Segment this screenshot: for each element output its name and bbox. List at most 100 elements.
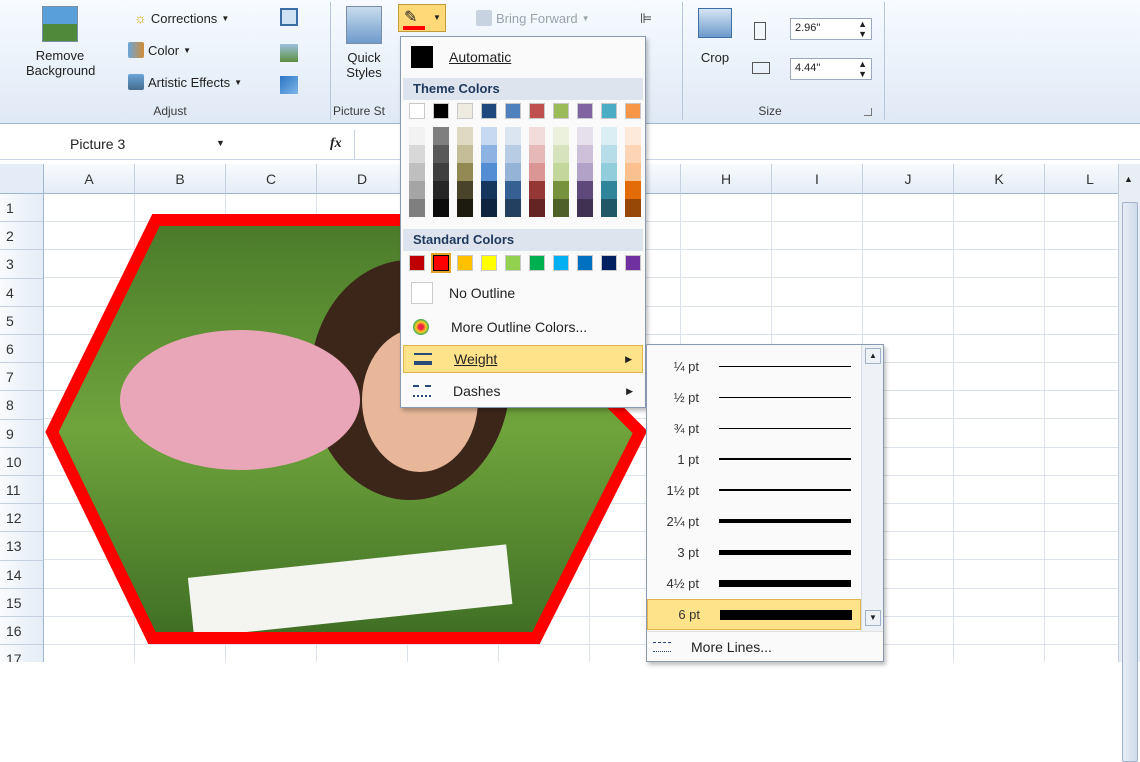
width-input[interactable]: 4.44" ▲ ▼ <box>790 58 872 80</box>
theme-shade-swatch[interactable] <box>457 199 473 217</box>
align-icon[interactable]: ⊫ <box>640 10 652 27</box>
row-header-14[interactable]: 14 <box>0 560 44 589</box>
column-header-d[interactable]: D <box>317 164 408 194</box>
more-outline-colors-item[interactable]: More Outline Colors... <box>403 313 643 341</box>
theme-color-swatch[interactable] <box>481 103 497 119</box>
theme-shade-swatch[interactable] <box>625 181 641 199</box>
theme-shade-swatch[interactable] <box>553 163 569 181</box>
crop-button[interactable]: Crop <box>690 8 740 65</box>
theme-shade-swatch[interactable] <box>505 181 521 199</box>
row-header-15[interactable]: 15 <box>0 588 44 617</box>
theme-shade-swatch[interactable] <box>481 145 497 163</box>
theme-shade-swatch[interactable] <box>481 181 497 199</box>
remove-background-button[interactable]: Remove Background <box>8 6 112 78</box>
theme-shade-swatch[interactable] <box>409 181 425 199</box>
weight-option[interactable]: 4½ pt <box>647 568 861 599</box>
theme-shade-swatch[interactable] <box>577 145 593 163</box>
name-box[interactable]: Picture 3 <box>6 133 234 157</box>
row-header-8[interactable]: 8 <box>0 391 44 420</box>
theme-shade-swatch[interactable] <box>505 145 521 163</box>
theme-shade-swatch[interactable] <box>625 199 641 217</box>
theme-color-swatch[interactable] <box>433 103 449 119</box>
corrections-button[interactable]: ☼ Corrections ▼ <box>134 10 229 26</box>
color-button[interactable]: Color ▼ <box>128 42 191 58</box>
change-picture-icon[interactable] <box>280 44 298 62</box>
weight-option[interactable]: ¼ pt <box>647 351 861 382</box>
theme-shade-swatch[interactable] <box>601 145 617 163</box>
theme-shade-swatch[interactable] <box>505 199 521 217</box>
theme-color-swatch[interactable] <box>601 103 617 119</box>
theme-shade-swatch[interactable] <box>433 127 449 145</box>
theme-shade-swatch[interactable] <box>553 145 569 163</box>
reset-picture-icon[interactable] <box>280 76 298 94</box>
theme-shade-swatch[interactable] <box>457 127 473 145</box>
row-header-3[interactable]: 3 <box>0 250 44 279</box>
height-input[interactable]: 2.96" ▲ ▼ <box>790 18 872 40</box>
vertical-scrollbar[interactable]: ▲ <box>1118 164 1140 762</box>
dashes-item[interactable]: Dashes ▶ <box>403 377 643 405</box>
theme-shade-swatch[interactable] <box>529 181 545 199</box>
bring-forward-button[interactable]: Bring Forward ▼ <box>476 10 590 26</box>
theme-shade-swatch[interactable] <box>553 127 569 145</box>
theme-color-swatch[interactable] <box>529 103 545 119</box>
column-header-b[interactable]: B <box>135 164 226 194</box>
theme-shade-swatch[interactable] <box>433 145 449 163</box>
scroll-down-icon[interactable]: ▼ <box>865 610 881 626</box>
column-header-l[interactable]: L <box>1045 164 1118 194</box>
theme-shade-swatch[interactable] <box>457 145 473 163</box>
theme-shade-swatch[interactable] <box>409 163 425 181</box>
theme-shade-swatch[interactable] <box>601 199 617 217</box>
row-header-5[interactable]: 5 <box>0 306 44 335</box>
size-dialog-launcher-icon[interactable] <box>864 108 872 116</box>
fx-icon[interactable]: fx <box>330 136 342 152</box>
theme-shade-swatch[interactable] <box>433 163 449 181</box>
theme-color-swatch[interactable] <box>625 103 641 119</box>
row-header-16[interactable]: 16 <box>0 617 44 646</box>
theme-shade-swatch[interactable] <box>577 199 593 217</box>
column-header-c[interactable]: C <box>226 164 317 194</box>
spin-arrows-icon[interactable]: ▲ ▼ <box>858 59 867 79</box>
theme-shade-swatch[interactable] <box>433 199 449 217</box>
quick-styles-button[interactable]: Quick Styles <box>336 6 392 80</box>
weight-option[interactable]: 1½ pt <box>647 475 861 506</box>
theme-shade-swatch[interactable] <box>433 181 449 199</box>
chevron-down-icon[interactable]: ▼ <box>216 138 225 148</box>
standard-color-swatch[interactable] <box>505 255 521 271</box>
theme-shade-swatch[interactable] <box>601 181 617 199</box>
standard-color-swatch[interactable] <box>457 255 473 271</box>
theme-shade-swatch[interactable] <box>553 181 569 199</box>
row-header-13[interactable]: 13 <box>0 532 44 561</box>
weight-list-scrollbar[interactable]: ▲ ▼ <box>861 345 883 631</box>
theme-shade-swatch[interactable] <box>409 145 425 163</box>
theme-shade-swatch[interactable] <box>529 145 545 163</box>
column-header-i[interactable]: I <box>772 164 863 194</box>
theme-shade-swatch[interactable] <box>505 127 521 145</box>
theme-shade-swatch[interactable] <box>481 127 497 145</box>
theme-shade-swatch[interactable] <box>529 127 545 145</box>
theme-shade-swatch[interactable] <box>577 181 593 199</box>
theme-shade-swatch[interactable] <box>625 145 641 163</box>
standard-color-swatch[interactable] <box>577 255 593 271</box>
standard-color-swatch[interactable] <box>409 255 425 271</box>
column-header-j[interactable]: J <box>863 164 954 194</box>
theme-shade-swatch[interactable] <box>553 199 569 217</box>
standard-color-swatch[interactable] <box>601 255 617 271</box>
row-header-11[interactable]: 11 <box>0 476 44 505</box>
theme-shade-swatch[interactable] <box>481 163 497 181</box>
theme-shade-swatch[interactable] <box>601 163 617 181</box>
standard-color-swatch[interactable] <box>431 253 451 273</box>
weight-option[interactable]: ½ pt <box>647 382 861 413</box>
theme-color-swatch[interactable] <box>409 103 425 119</box>
more-lines-item[interactable]: More Lines... <box>647 631 883 662</box>
theme-shade-swatch[interactable] <box>481 199 497 217</box>
standard-color-swatch[interactable] <box>481 255 497 271</box>
scroll-up-icon[interactable]: ▲ <box>865 348 881 364</box>
theme-shade-swatch[interactable] <box>529 163 545 181</box>
weight-option[interactable]: 6 pt <box>647 599 861 630</box>
row-header-10[interactable]: 10 <box>0 447 44 476</box>
weight-option[interactable]: 3 pt <box>647 537 861 568</box>
weight-option[interactable]: 2¼ pt <box>647 506 861 537</box>
select-all-corner[interactable] <box>0 164 44 194</box>
theme-shade-swatch[interactable] <box>529 199 545 217</box>
theme-shade-swatch[interactable] <box>457 163 473 181</box>
